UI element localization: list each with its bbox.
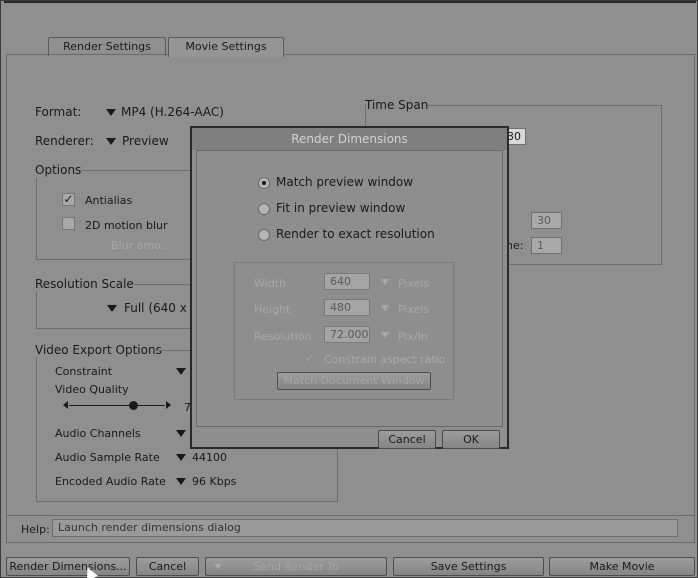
options-title: Options bbox=[35, 163, 82, 177]
render-dimensions-dialog: Render Dimensions Match preview window F… bbox=[190, 126, 509, 449]
resolution-scale-dropdown-icon[interactable] bbox=[107, 305, 117, 312]
slider-left-arrow-icon[interactable] bbox=[63, 401, 68, 409]
resolution-field[interactable]: 72.000 bbox=[324, 326, 370, 343]
help-text: Launch render dimensions dialog bbox=[52, 519, 678, 537]
video-export-top-line bbox=[153, 350, 193, 351]
time-span-top-line bbox=[428, 105, 662, 106]
dialog-title: Render Dimensions bbox=[192, 128, 507, 150]
height-unit-dropdown-icon[interactable] bbox=[381, 305, 389, 311]
renderer-value[interactable]: Preview bbox=[122, 134, 169, 148]
audio-sample-rate-label: Audio Sample Rate bbox=[55, 451, 160, 464]
antialias-checkbox[interactable]: ✓ bbox=[62, 193, 75, 206]
constrain-check-icon[interactable]: ✓ bbox=[305, 352, 314, 365]
render-dimensions-button[interactable]: Render Dimensions... bbox=[6, 557, 130, 576]
antialias-label: Antialias bbox=[85, 194, 133, 207]
width-label: Width bbox=[254, 277, 286, 290]
fit-preview-label[interactable]: Fit in preview window bbox=[276, 201, 405, 215]
constrain-label[interactable]: Constrain aspect ratio bbox=[324, 353, 446, 366]
blur-amount-label: Blur amo... bbox=[111, 239, 172, 252]
match-preview-radio[interactable] bbox=[258, 177, 270, 189]
motion-blur-checkbox[interactable] bbox=[62, 217, 75, 230]
height-label: Height bbox=[254, 303, 291, 316]
audio-channels-dropdown-icon[interactable] bbox=[176, 430, 186, 437]
constraint-label: Constraint bbox=[55, 365, 113, 378]
width-unit-dropdown-icon[interactable] bbox=[381, 279, 389, 285]
encoded-audio-rate-label: Encoded Audio Rate bbox=[55, 475, 166, 488]
exact-resolution-label[interactable]: Render to exact resolution bbox=[276, 227, 435, 241]
match-document-window-button[interactable]: Match Document Window bbox=[277, 372, 431, 390]
resolution-unit-dropdown-icon[interactable] bbox=[381, 332, 389, 338]
options-group-top-line bbox=[81, 170, 194, 171]
encoded-audio-rate-dropdown-icon[interactable] bbox=[176, 478, 186, 485]
dialog-ok-button[interactable]: OK bbox=[442, 430, 500, 449]
video-quality-slider-thumb[interactable] bbox=[129, 401, 138, 410]
send-render-to-label: Send Render To bbox=[253, 560, 339, 573]
width-unit[interactable]: Pixels bbox=[398, 277, 429, 290]
resolution-label: Resolution bbox=[254, 330, 312, 343]
audio-sample-rate-value[interactable]: 44100 bbox=[192, 451, 227, 464]
exact-resolution-radio[interactable] bbox=[258, 229, 270, 241]
fit-preview-radio[interactable] bbox=[258, 203, 270, 215]
send-render-dropdown-icon bbox=[214, 564, 222, 569]
title-strip bbox=[4, 1, 696, 3]
resolution-scale-title: Resolution Scale bbox=[35, 277, 134, 291]
resolution-scale-value[interactable]: Full (640 x 4 bbox=[124, 301, 198, 315]
fps-field[interactable]: 30 bbox=[531, 212, 562, 229]
motion-blur-label: 2D motion blur bbox=[85, 219, 168, 232]
format-value[interactable]: MP4 (H.264-AAC) bbox=[121, 105, 224, 119]
format-label: Format: bbox=[35, 105, 82, 119]
height-field[interactable]: 480 bbox=[324, 299, 370, 316]
resolution-unit[interactable]: Pix/In bbox=[398, 330, 428, 343]
cancel-button[interactable]: Cancel bbox=[136, 557, 199, 576]
audio-channels-label: Audio Channels bbox=[55, 427, 141, 440]
encoded-audio-rate-value[interactable]: 96 Kbps bbox=[192, 475, 236, 488]
make-movie-button[interactable]: Make Movie bbox=[549, 557, 695, 576]
video-quality-slider-track[interactable] bbox=[69, 405, 165, 406]
send-render-to-button[interactable]: Send Render To bbox=[205, 557, 387, 576]
help-label: Help: bbox=[21, 523, 50, 536]
slider-right-arrow-icon[interactable] bbox=[166, 401, 171, 409]
frame-field[interactable]: 1 bbox=[531, 237, 562, 254]
renderer-label: Renderer: bbox=[35, 134, 94, 148]
dialog-cancel-button[interactable]: Cancel bbox=[378, 430, 436, 449]
width-field[interactable]: 640 bbox=[324, 273, 370, 290]
constraint-dropdown-icon[interactable] bbox=[176, 368, 186, 375]
format-dropdown-icon[interactable] bbox=[106, 109, 116, 116]
video-quality-label: Video Quality bbox=[55, 383, 129, 396]
tab-movie-settings[interactable]: Movie Settings bbox=[168, 37, 284, 57]
height-unit[interactable]: Pixels bbox=[398, 303, 429, 316]
renderer-dropdown-icon[interactable] bbox=[106, 138, 116, 145]
resolution-scale-top-line bbox=[134, 284, 194, 285]
save-settings-button[interactable]: Save Settings bbox=[393, 557, 544, 576]
video-export-title: Video Export Options bbox=[35, 343, 162, 357]
audio-sample-rate-dropdown-icon[interactable] bbox=[176, 454, 186, 461]
match-preview-label[interactable]: Match preview window bbox=[276, 175, 413, 189]
